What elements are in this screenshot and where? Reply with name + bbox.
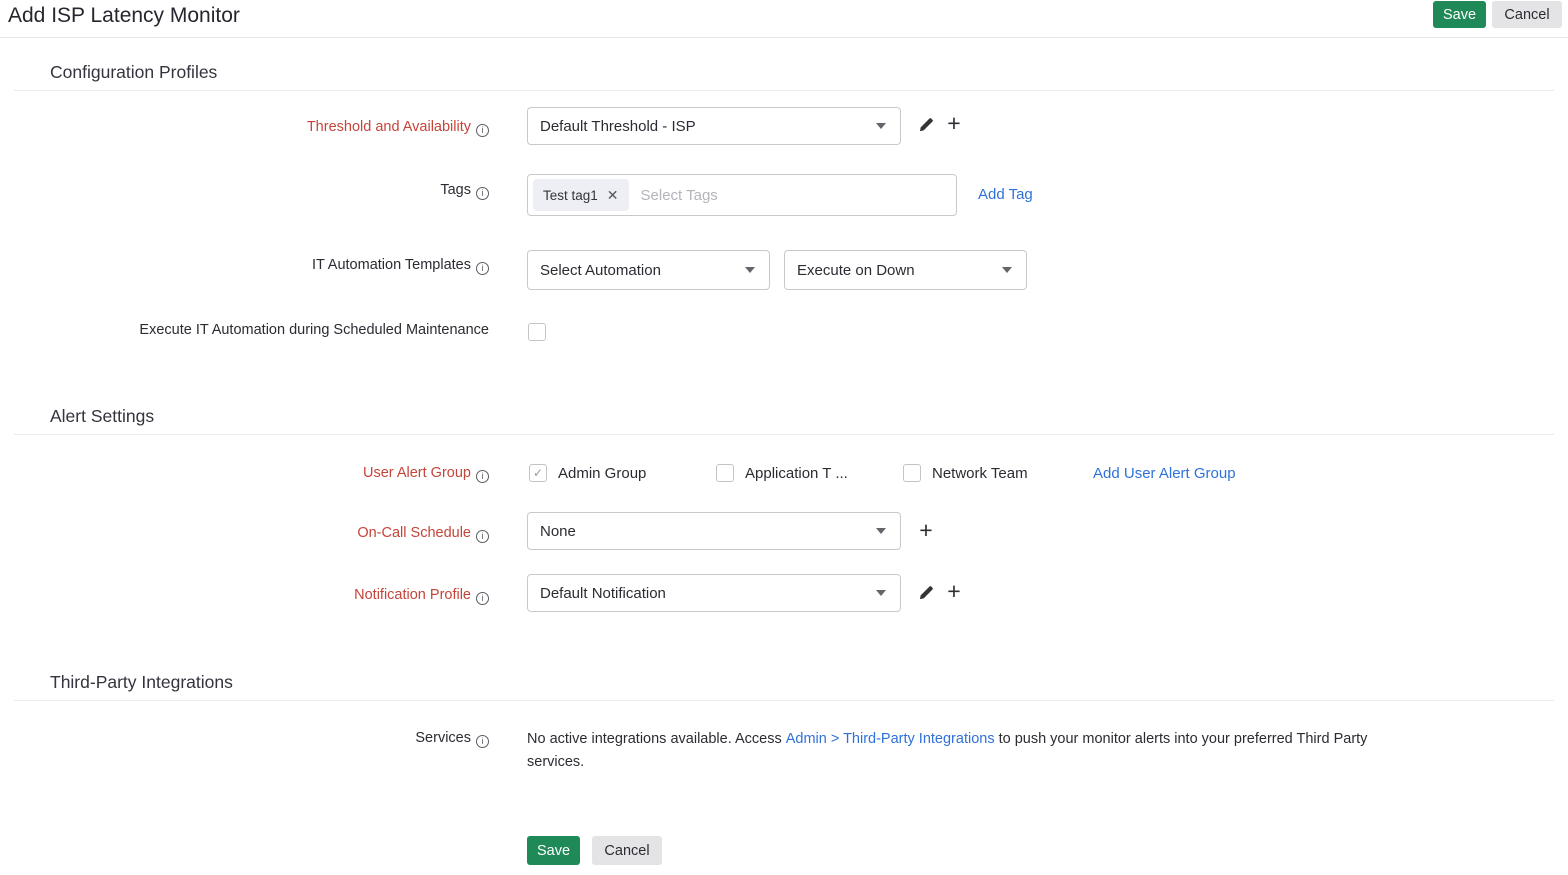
pencil-icon — [919, 117, 934, 132]
threshold-select[interactable]: Default Threshold - ISP — [527, 107, 901, 145]
notification-profile-select[interactable]: Default Notification — [527, 574, 901, 612]
checkbox-network-team[interactable] — [903, 464, 921, 482]
add-isp-latency-monitor-page: Add ISP Latency Monitor Save Cancel Conf… — [0, 0, 1568, 875]
services-text-before: No active integrations available. Access — [527, 731, 782, 747]
notification-profile-label: Notification Profilei — [0, 587, 489, 605]
remove-tag-icon[interactable]: ✕ — [607, 187, 619, 204]
chevron-down-icon — [876, 123, 886, 129]
page-title: Add ISP Latency Monitor — [8, 4, 240, 28]
section-divider — [14, 700, 1554, 701]
header-divider — [0, 37, 1568, 38]
edit-notification-profile-button[interactable] — [915, 581, 937, 603]
info-icon[interactable]: i — [476, 262, 489, 275]
user-alert-group-label: User Alert Groupi — [0, 465, 489, 483]
chevron-down-icon — [876, 590, 886, 596]
info-icon[interactable]: i — [476, 530, 489, 543]
tags-label: Tagsi — [0, 182, 489, 200]
add-on-call-schedule-button[interactable]: + — [915, 519, 937, 541]
threshold-select-value: Default Threshold - ISP — [540, 118, 868, 135]
execute-on-down-value: Execute on Down — [797, 262, 994, 279]
section-divider — [14, 90, 1554, 91]
chevron-down-icon — [1002, 267, 1012, 273]
on-call-schedule-value: None — [540, 523, 868, 540]
checkbox-label: Application T ... — [745, 465, 848, 482]
plus-icon: + — [919, 520, 932, 540]
add-notification-profile-button[interactable]: + — [943, 580, 965, 602]
checkbox-label: Network Team — [932, 465, 1028, 482]
chevron-down-icon — [876, 528, 886, 534]
section-title-configuration-profiles: Configuration Profiles — [50, 62, 217, 83]
admin-third-party-integrations-link[interactable]: Admin > Third-Party Integrations — [786, 731, 995, 747]
save-button-top[interactable]: Save — [1433, 1, 1486, 28]
add-tag-link[interactable]: Add Tag — [978, 186, 1033, 203]
execute-on-down-dropdown[interactable]: Execute on Down — [784, 250, 1027, 290]
execute-automation-maintenance-checkbox[interactable] — [528, 323, 546, 341]
cancel-button-bottom[interactable]: Cancel — [592, 836, 662, 865]
pencil-icon — [919, 585, 934, 600]
checkbox-admin-group[interactable]: ✓ — [529, 464, 547, 482]
add-user-alert-group-link[interactable]: Add User Alert Group — [1093, 465, 1236, 482]
on-call-schedule-select[interactable]: None — [527, 512, 901, 550]
user-alert-group-option-network[interactable]: Network Team — [903, 464, 1028, 482]
cancel-button-top[interactable]: Cancel — [1492, 1, 1562, 28]
user-alert-group-option-admin[interactable]: ✓ Admin Group — [529, 464, 646, 482]
it-automation-templates-label: IT Automation Templatesi — [0, 257, 489, 275]
checkbox-application-team[interactable] — [716, 464, 734, 482]
services-label: Servicesi — [0, 730, 489, 748]
plus-icon: + — [947, 113, 960, 133]
chevron-down-icon — [745, 267, 755, 273]
save-button-bottom[interactable]: Save — [527, 836, 580, 865]
info-icon[interactable]: i — [476, 124, 489, 137]
notification-profile-value: Default Notification — [540, 585, 868, 602]
threshold-availability-label: Threshold and Availabilityi — [0, 119, 489, 137]
tags-field[interactable]: Test tag1 ✕ — [527, 174, 957, 216]
tags-input[interactable] — [641, 187, 956, 204]
tag-chip-label: Test tag1 — [543, 188, 598, 203]
info-icon[interactable]: i — [476, 470, 489, 483]
info-icon[interactable]: i — [476, 187, 489, 200]
services-description: No active integrations available. Access… — [527, 728, 1385, 773]
on-call-schedule-label: On-Call Schedulei — [0, 525, 489, 543]
checkbox-label: Admin Group — [558, 465, 646, 482]
info-icon[interactable]: i — [476, 592, 489, 605]
select-automation-value: Select Automation — [540, 262, 737, 279]
add-threshold-button[interactable]: + — [943, 112, 965, 134]
edit-threshold-button[interactable] — [915, 113, 937, 135]
user-alert-group-option-application[interactable]: Application T ... — [716, 464, 848, 482]
info-icon[interactable]: i — [476, 735, 489, 748]
tag-chip: Test tag1 ✕ — [533, 179, 629, 211]
execute-automation-maintenance-label: Execute IT Automation during Scheduled M… — [0, 322, 489, 338]
section-divider — [14, 434, 1554, 435]
plus-icon: + — [947, 581, 960, 601]
section-title-third-party-integrations: Third-Party Integrations — [50, 672, 233, 693]
section-title-alert-settings: Alert Settings — [50, 406, 154, 427]
select-automation-dropdown[interactable]: Select Automation — [527, 250, 770, 290]
